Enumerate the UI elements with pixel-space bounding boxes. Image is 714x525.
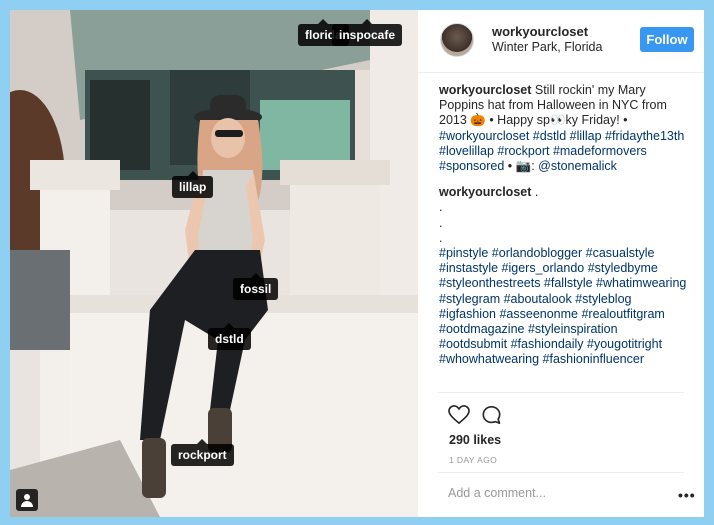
comment-list: workyourcloset Still rockin' my Mary Pop… xyxy=(439,83,689,379)
timestamp[interactable]: 1 DAY AGO xyxy=(449,455,497,465)
user-tag-icon[interactable] xyxy=(16,489,38,511)
add-comment-input[interactable] xyxy=(448,486,648,500)
caption-username[interactable]: workyourcloset xyxy=(439,83,531,97)
list-item: workyourcloset . . . . #pinstyle #orland… xyxy=(439,185,689,367)
comment-dot: . xyxy=(439,200,443,215)
post-photo[interactable]: florida inspocafe lillap fossil dstld ro… xyxy=(10,10,418,517)
photo-tag-lillap[interactable]: lillap xyxy=(172,171,214,198)
comment-dot: . xyxy=(439,215,443,230)
divider xyxy=(438,472,684,473)
divider xyxy=(438,392,684,393)
more-options-button[interactable]: ••• xyxy=(678,487,696,503)
photo-illustration xyxy=(10,10,418,517)
caption-tail: • 📷: xyxy=(504,159,535,174)
photo-tag-rockport[interactable]: rockport xyxy=(171,439,234,466)
post-panel: workyourcloset Winter Park, Florida Foll… xyxy=(418,10,704,517)
post-header: workyourcloset Winter Park, Florida Foll… xyxy=(418,10,704,73)
photo-tag-inspocafe[interactable]: inspocafe xyxy=(332,19,403,46)
follow-button[interactable]: Follow xyxy=(640,27,694,52)
comment-icon[interactable] xyxy=(481,405,502,425)
caption-mention[interactable]: @stonemalick xyxy=(538,159,617,173)
avatar[interactable] xyxy=(440,23,474,57)
comment-dot: . xyxy=(439,230,443,245)
likes-count[interactable]: 290 likes xyxy=(449,433,501,447)
post-card: florida inspocafe lillap fossil dstld ro… xyxy=(10,10,704,517)
heart-icon[interactable] xyxy=(448,405,470,425)
comment-username[interactable]: workyourcloset xyxy=(439,185,531,199)
caption-comment: workyourcloset Still rockin' my Mary Pop… xyxy=(439,83,689,174)
photo-tag-dstld[interactable]: dstld xyxy=(208,323,251,350)
header-location[interactable]: Winter Park, Florida xyxy=(492,40,602,54)
photo-tag-fossil[interactable]: fossil xyxy=(233,273,279,300)
comment-hashtags[interactable]: #pinstyle #orlandoblogger #casualstyle #… xyxy=(439,246,686,366)
comment-text: . xyxy=(534,185,539,200)
header-username[interactable]: workyourcloset xyxy=(492,24,588,39)
